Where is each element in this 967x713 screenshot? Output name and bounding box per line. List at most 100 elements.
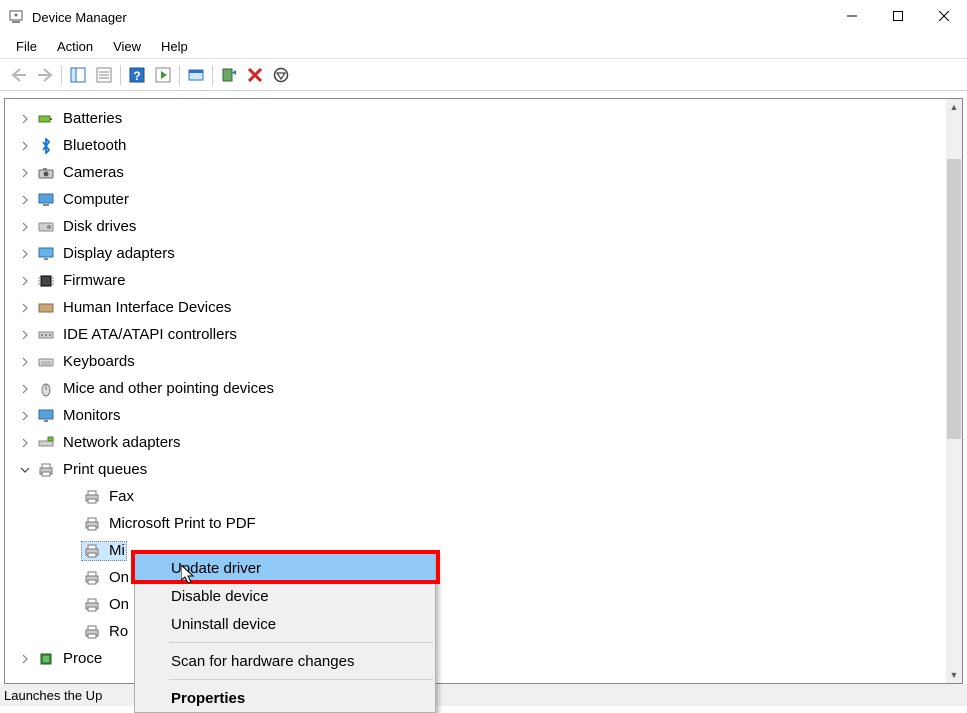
back-button[interactable] [7, 63, 31, 87]
tree-node[interactable]: Mice and other pointing devices [5, 375, 946, 402]
context-menu: Update driverDisable deviceUninstall dev… [134, 553, 436, 713]
expander-icon[interactable] [19, 248, 31, 260]
menubar: File Action View Help [0, 34, 967, 58]
tree-node-label: Disk drives [63, 218, 136, 235]
tree-child-node[interactable]: Fax [5, 483, 946, 510]
titlebar: Device Manager [0, 0, 967, 34]
tree-node-label: Display adapters [63, 245, 175, 262]
expander-icon[interactable] [19, 383, 31, 395]
action-button[interactable] [151, 63, 175, 87]
printer-icon [83, 515, 101, 533]
printer-icon [83, 488, 101, 506]
window-title: Device Manager [32, 10, 127, 25]
svg-text:?: ? [133, 69, 140, 83]
tree-node-label: Computer [63, 191, 129, 208]
scroll-down-arrow[interactable]: ▼ [946, 667, 962, 683]
tree-node[interactable]: Keyboards [5, 348, 946, 375]
context-menu-item[interactable]: Properties [135, 684, 435, 712]
tree-node-label: On [109, 596, 129, 613]
printer-icon [83, 596, 101, 614]
tree-node-label: Mi [109, 542, 125, 559]
vertical-scrollbar[interactable]: ▲ ▼ [946, 99, 962, 683]
processor-icon [37, 650, 55, 668]
printer-icon [37, 461, 55, 479]
tree-node-label: Network adapters [63, 434, 181, 451]
help-button[interactable]: ? [125, 63, 149, 87]
hid-icon [37, 299, 55, 317]
expander-icon[interactable] [19, 329, 31, 341]
tree-node[interactable]: Batteries [5, 105, 946, 132]
expander-icon[interactable] [19, 194, 31, 206]
window-controls [829, 0, 967, 32]
context-menu-item[interactable]: Update driver [135, 554, 435, 582]
context-menu-item[interactable]: Uninstall device [135, 610, 435, 638]
printer-icon [83, 623, 101, 641]
close-button[interactable] [921, 0, 967, 32]
tree-node-label: Firmware [63, 272, 126, 289]
scrollbar-thumb[interactable] [947, 159, 961, 439]
app-icon [8, 9, 24, 25]
disk-icon [37, 218, 55, 236]
toolbar: ? [0, 59, 967, 91]
menu-action[interactable]: Action [47, 37, 103, 56]
expander-icon[interactable] [19, 302, 31, 314]
menu-view[interactable]: View [103, 37, 151, 56]
battery-icon [37, 110, 55, 128]
scan-hardware-button[interactable] [217, 63, 241, 87]
update-driver-button[interactable] [184, 63, 208, 87]
tree-node-label: Mice and other pointing devices [63, 380, 274, 397]
expander-icon[interactable] [19, 275, 31, 287]
tree-node-label: Bluetooth [63, 137, 126, 154]
tree-node[interactable]: Cameras [5, 159, 946, 186]
context-menu-item[interactable]: Disable device [135, 582, 435, 610]
uninstall-button[interactable] [243, 63, 267, 87]
forward-button[interactable] [33, 63, 57, 87]
scroll-up-arrow[interactable]: ▲ [946, 99, 962, 115]
show-hide-tree-button[interactable] [66, 63, 90, 87]
tree-node-label: Human Interface Devices [63, 299, 231, 316]
minimize-button[interactable] [829, 0, 875, 32]
tree-node-label: Ro [109, 623, 128, 640]
expander-icon[interactable] [19, 437, 31, 449]
tree-node-label: Batteries [63, 110, 122, 127]
tree-node[interactable]: Human Interface Devices [5, 294, 946, 321]
display-icon [37, 245, 55, 263]
firmware-icon [37, 272, 55, 290]
menu-file[interactable]: File [6, 37, 47, 56]
tree-node[interactable]: Firmware [5, 267, 946, 294]
tree-node-label: Proce [63, 650, 102, 667]
tree-node[interactable]: Display adapters [5, 240, 946, 267]
maximize-button[interactable] [875, 0, 921, 32]
tree-node-label: IDE ATA/ATAPI controllers [63, 326, 237, 343]
tree-node-label: Keyboards [63, 353, 135, 370]
tree-child-node[interactable]: Microsoft Print to PDF [5, 510, 946, 537]
camera-icon [37, 164, 55, 182]
expander-icon[interactable] [19, 140, 31, 152]
tree-node[interactable]: Bluetooth [5, 132, 946, 159]
expander-icon[interactable] [19, 167, 31, 179]
tree-node[interactable]: Monitors [5, 402, 946, 429]
printer-icon [83, 542, 101, 560]
cursor-pointer-icon [181, 565, 197, 585]
mouse-icon [37, 380, 55, 398]
expander-icon[interactable] [19, 410, 31, 422]
properties-button[interactable] [92, 63, 116, 87]
tree-node[interactable]: Network adapters [5, 429, 946, 456]
tree-node[interactable]: Disk drives [5, 213, 946, 240]
printer-icon [83, 569, 101, 587]
tree-node-label: On [109, 569, 129, 586]
disable-button[interactable] [269, 63, 293, 87]
menu-help[interactable]: Help [151, 37, 198, 56]
expander-icon[interactable] [19, 653, 31, 665]
context-menu-item[interactable]: Scan for hardware changes [135, 647, 435, 675]
statusbar-text: Launches the Up [4, 688, 102, 703]
tree-node[interactable]: Computer [5, 186, 946, 213]
tree-node[interactable]: Print queues [5, 456, 946, 483]
expander-icon[interactable] [19, 221, 31, 233]
expander-icon[interactable] [19, 113, 31, 125]
expander-icon[interactable] [19, 356, 31, 368]
expander-icon[interactable] [19, 464, 31, 476]
tree-node[interactable]: IDE ATA/ATAPI controllers [5, 321, 946, 348]
keyboard-icon [37, 353, 55, 371]
network-icon [37, 434, 55, 452]
